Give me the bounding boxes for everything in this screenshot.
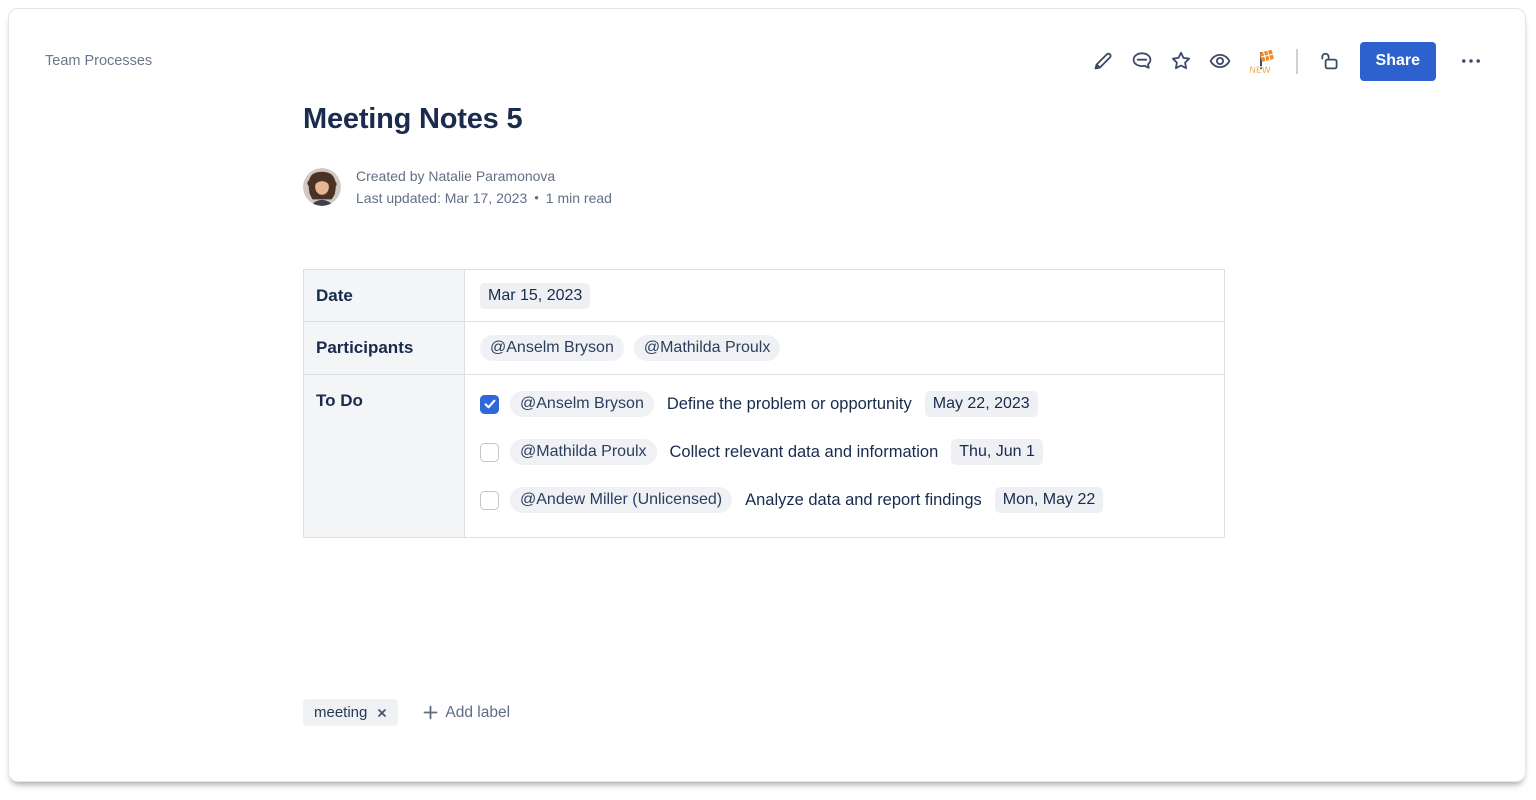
row-header-participants: Participants — [304, 322, 465, 375]
page-title: Meeting Notes 5 — [303, 103, 522, 136]
table-row-todo: To Do @Anselm Bryson Define the problem … — [304, 375, 1225, 538]
task-text: Define the problem or opportunity — [667, 395, 912, 414]
date-lozenge: Mar 15, 2023 — [480, 283, 590, 309]
page-card: Team Processes — [8, 8, 1526, 782]
byline-separator: • — [534, 187, 539, 209]
due-date-lozenge: Mon, May 22 — [995, 487, 1103, 513]
more-actions-icon[interactable] — [1459, 49, 1483, 73]
mention-pill[interactable]: @Anselm Bryson — [480, 335, 624, 361]
plus-icon — [423, 705, 438, 720]
byline-created: Created by Natalie Paramonova — [356, 165, 612, 187]
page-properties-table: Date Mar 15, 2023 Participants @Anselm B… — [303, 269, 1225, 538]
task-checkbox-2[interactable] — [480, 491, 499, 510]
svg-text:NEW: NEW — [1249, 65, 1271, 75]
byline-read-time: 1 min read — [546, 187, 612, 209]
due-date-lozenge: Thu, Jun 1 — [951, 439, 1043, 465]
due-date-lozenge: May 22, 2023 — [925, 391, 1038, 417]
byline-updated-row: Last updated: Mar 17, 2023 • 1 min read — [356, 187, 612, 209]
label-chip-meeting[interactable]: meeting — [303, 699, 398, 726]
mention-pill[interactable]: @Andew Miller (Unlicensed) — [510, 487, 732, 513]
labels-row: meeting Add label — [303, 699, 510, 726]
task-checkbox-1[interactable] — [480, 443, 499, 462]
task-text: Collect relevant data and information — [670, 443, 939, 462]
task-item: @Anselm Bryson Define the problem or opp… — [480, 391, 1209, 417]
table-row-participants: Participants @Anselm Bryson @Mathilda Pr… — [304, 322, 1225, 375]
row-header-date: Date — [304, 270, 465, 322]
mention-pill[interactable]: @Mathilda Proulx — [510, 439, 657, 465]
mention-group: @Anselm Bryson @Mathilda Proulx — [480, 335, 1209, 361]
byline-text: Created by Natalie Paramonova Last updat… — [356, 165, 612, 209]
byline-updated[interactable]: Last updated: Mar 17, 2023 — [356, 187, 527, 209]
remove-label-icon[interactable] — [377, 708, 387, 718]
row-header-todo: To Do — [304, 375, 465, 538]
page-content: Meeting Notes 5 Created — [303, 9, 1225, 781]
add-label-button[interactable]: Add label — [423, 704, 510, 722]
byline: Created by Natalie Paramonova Last updat… — [303, 165, 612, 209]
mention-pill[interactable]: @Mathilda Proulx — [634, 335, 781, 361]
table-row-date: Date Mar 15, 2023 — [304, 270, 1225, 322]
breadcrumb[interactable]: Team Processes — [45, 53, 152, 69]
new-features-icon[interactable]: NEW — [1247, 46, 1277, 76]
share-button[interactable]: Share — [1360, 42, 1436, 81]
author-avatar[interactable] — [303, 168, 341, 206]
task-item: @Mathilda Proulx Collect relevant data a… — [480, 439, 1209, 465]
row-value-participants: @Anselm Bryson @Mathilda Proulx — [465, 322, 1225, 375]
toolbar-divider — [1296, 49, 1298, 74]
unlock-icon[interactable] — [1317, 49, 1341, 73]
label-text: meeting — [314, 704, 367, 721]
task-checkbox-0[interactable] — [480, 395, 499, 414]
row-value-date: Mar 15, 2023 — [465, 270, 1225, 322]
row-value-todo: @Anselm Bryson Define the problem or opp… — [465, 375, 1225, 538]
task-text: Analyze data and report findings — [745, 491, 982, 510]
mention-pill[interactable]: @Anselm Bryson — [510, 391, 654, 417]
add-label-text: Add label — [445, 704, 510, 722]
task-item: @Andew Miller (Unlicensed) Analyze data … — [480, 487, 1209, 513]
